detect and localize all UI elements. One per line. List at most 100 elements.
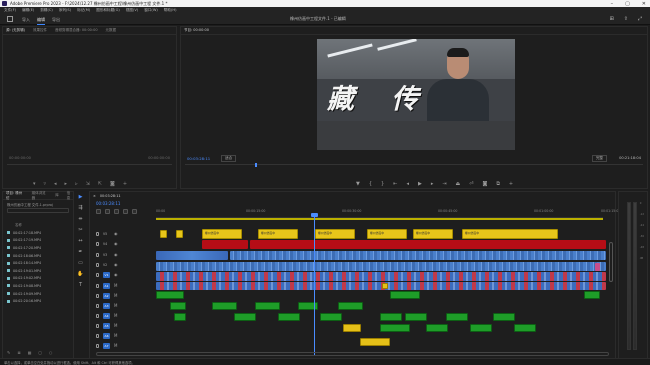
list-item[interactable]: 00:02:19:08.MP4 (7, 282, 41, 290)
lock-icon[interactable] (96, 333, 99, 338)
play-icon[interactable]: ▸ (65, 181, 68, 187)
menu-help[interactable]: 帮助(H) (164, 8, 177, 13)
menu-view[interactable]: 视图(V) (126, 8, 138, 13)
tab-audio-mixer[interactable]: 音频剪辑混合器: 00:00:00 (55, 28, 98, 33)
track-target-a4[interactable]: A4 (103, 312, 110, 319)
step-back-icon[interactable]: ◂ (406, 181, 409, 187)
menu-clip[interactable]: 剪辑(C) (40, 8, 53, 13)
menu-file[interactable]: 文件(F) (4, 8, 16, 13)
track-target-a7[interactable]: A7 (103, 342, 110, 349)
add-marker-icon[interactable] (123, 209, 128, 214)
audio-clip[interactable] (234, 313, 256, 321)
type-tool-icon[interactable]: T (79, 282, 82, 288)
insert-icon[interactable]: ⇲ (86, 181, 90, 187)
mute-icon[interactable]: M (114, 343, 117, 348)
audio-clip[interactable] (380, 324, 410, 332)
lock-icon[interactable] (96, 293, 99, 298)
program-playhead[interactable] (255, 163, 257, 167)
add-button-icon[interactable]: + (509, 181, 513, 187)
menu-graphics[interactable]: 图形和标题(G) (96, 8, 120, 13)
list-item[interactable]: 00:02:20:16.MP4 (7, 297, 41, 305)
audio-clip[interactable] (405, 313, 427, 321)
eye-icon[interactable]: ◉ (114, 272, 118, 277)
audio-clip[interactable] (514, 324, 536, 332)
timeline-horizontal-scrollbar[interactable] (96, 352, 609, 356)
list-item[interactable]: 00:02:18:14.MP4 (7, 259, 41, 267)
list-item[interactable]: 00:02:17:19.MP4 (7, 237, 41, 245)
extract-icon[interactable]: ⏎ (469, 181, 473, 187)
mark-out-icon[interactable]: ▿ (44, 181, 47, 187)
play-icon[interactable]: ▶ (418, 181, 422, 187)
step-forward-icon[interactable]: ▸ (431, 181, 434, 187)
menu-marker[interactable]: 标记(M) (77, 8, 90, 13)
graphic-clip[interactable] (160, 230, 167, 238)
title-clip[interactable]: 橡州仿画中 (315, 229, 355, 239)
lock-icon[interactable] (96, 241, 99, 246)
title-clip[interactable]: 橡州仿画中 (462, 229, 558, 239)
title-clip[interactable]: 橡州仿画中 (202, 229, 242, 239)
music-clip[interactable] (360, 338, 390, 346)
mark-in-icon[interactable]: { (369, 181, 372, 187)
overwrite-icon[interactable]: ⇱ (98, 181, 102, 187)
pen-tool-icon[interactable]: ✒ (78, 249, 82, 255)
track-target-a2[interactable]: A2 (103, 292, 110, 299)
list-item[interactable]: 00:02:19:09.MP4 (7, 290, 41, 298)
timeline-ruler[interactable]: 00:00 00:00:15:00 00:00:30:00 00:00:45:0… (156, 208, 620, 218)
audio-clip-group[interactable] (156, 282, 606, 290)
timeline-playhead[interactable] (314, 214, 315, 356)
export-frame-icon[interactable]: ◙ (110, 181, 115, 187)
go-to-out-icon[interactable]: ⇥ (442, 181, 446, 187)
lock-icon[interactable] (96, 252, 99, 257)
export-frame-icon[interactable]: ◙ (482, 181, 487, 187)
track-select-tool-icon[interactable]: ⇶ (78, 205, 82, 211)
list-item[interactable]: 00:02:17:20.MP4 (7, 244, 41, 252)
audio-clip[interactable] (320, 313, 342, 321)
track-target-a3[interactable]: A3 (103, 302, 110, 309)
mute-icon[interactable]: M (114, 323, 117, 328)
add-button-icon[interactable]: + (123, 181, 127, 187)
audio-clip[interactable] (584, 291, 600, 299)
tab-edit[interactable]: 编辑 (37, 17, 45, 25)
lock-icon[interactable] (96, 323, 99, 328)
title-clip[interactable]: 橡州仿画中 (413, 229, 453, 239)
fullscreen-icon[interactable]: ⤢ (638, 16, 642, 22)
eye-icon[interactable]: ◉ (114, 241, 118, 246)
video-clip[interactable] (156, 251, 228, 260)
tab-source[interactable]: 源: (无剪辑) (6, 28, 25, 33)
marker-icon[interactable]: ▼ (356, 181, 360, 187)
audio-clip[interactable] (446, 313, 468, 321)
title-clip[interactable]: 橡州仿画中 (367, 229, 407, 239)
tab-export[interactable]: 导出 (52, 17, 60, 25)
list-item[interactable]: 00:02:19:02.MP4 (7, 275, 41, 283)
video-clip-group[interactable] (156, 272, 606, 281)
step-forward-icon[interactable]: ▹ (75, 181, 78, 187)
rectangle-tool-icon[interactable]: ▭ (78, 260, 83, 266)
home-icon[interactable] (7, 16, 13, 22)
program-ruler[interactable] (185, 164, 643, 168)
track-target-a5[interactable]: A5 (103, 322, 110, 329)
audio-clip[interactable] (380, 313, 402, 321)
title-clip[interactable]: 橡州仿画中 (258, 229, 298, 239)
audio-clip[interactable] (338, 302, 363, 310)
eye-icon[interactable]: ◉ (114, 262, 118, 267)
tab-media-browser[interactable]: 媒体浏览器 (32, 191, 48, 201)
audio-clip[interactable] (174, 313, 186, 321)
pen-icon[interactable]: ✎ (7, 350, 10, 355)
audio-clip[interactable] (156, 291, 184, 299)
mark-in-icon[interactable]: ▾ (33, 181, 36, 187)
lock-icon[interactable] (96, 231, 99, 236)
mute-icon[interactable]: M (114, 333, 117, 338)
program-timecode[interactable]: 00:03:28:11 (187, 156, 210, 161)
audio-clip[interactable] (170, 302, 186, 310)
go-to-in-icon[interactable]: ⇤ (393, 181, 397, 187)
video-clip-group[interactable] (156, 262, 606, 271)
menu-window[interactable]: 窗口(W) (144, 8, 158, 13)
lock-icon[interactable] (96, 262, 99, 267)
eye-icon[interactable]: ◉ (114, 231, 118, 236)
lock-icon[interactable] (96, 313, 99, 318)
audio-clip[interactable] (493, 313, 515, 321)
tab-sequence[interactable]: 00:03:28:11 (100, 194, 121, 198)
track-target-v1[interactable]: V1 (103, 271, 110, 278)
adjustment-layer-clip[interactable] (202, 240, 248, 249)
mute-icon[interactable]: M (114, 283, 117, 288)
